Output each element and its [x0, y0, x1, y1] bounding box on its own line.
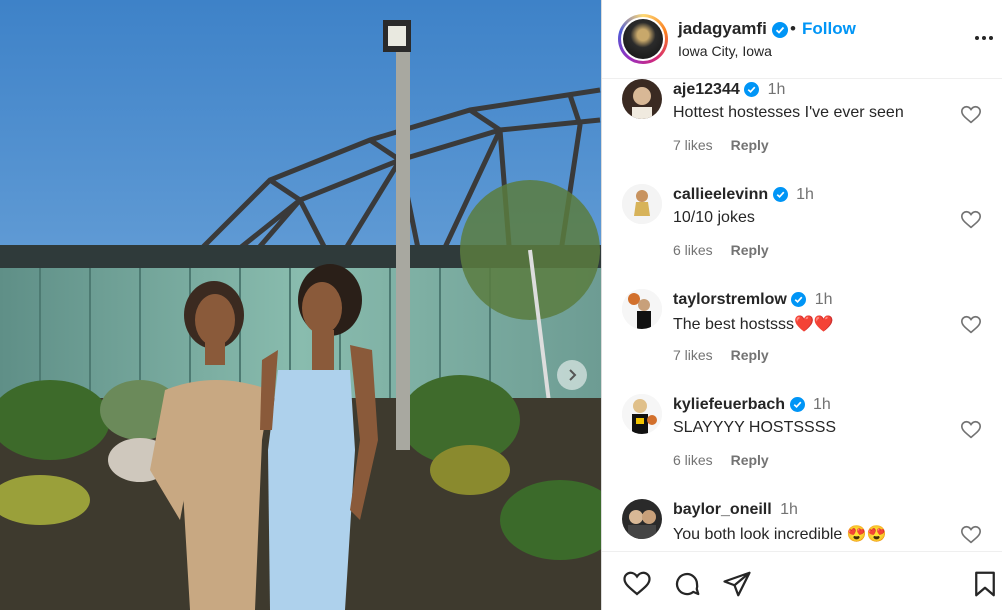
heart-icon[interactable] [622, 569, 652, 599]
comment-item: baylor_oneill 1h You both look incredibl… [602, 499, 1002, 550]
verified-badge-icon [772, 187, 788, 203]
verified-badge-icon [744, 82, 760, 98]
heart-icon[interactable] [960, 104, 982, 126]
comment-likes[interactable]: 7 likes [673, 347, 713, 363]
comment-text: Hottest hostesses I've ever seen [673, 104, 904, 121]
commenter-username[interactable]: taylorstremlow 1h [673, 291, 833, 309]
comment-likes[interactable]: 6 likes [673, 452, 713, 468]
chevron-right-icon [569, 369, 577, 381]
reply-button[interactable]: Reply [731, 137, 769, 153]
comment-item: aje12344 1h Hottest hostesses I've ever … [602, 79, 1002, 179]
comment-likes[interactable]: 6 likes [673, 242, 713, 258]
verified-badge-icon [789, 397, 805, 413]
reply-button[interactable]: Reply [731, 452, 769, 468]
post-header: jadagyamfi • Follow Iowa City, Iowa [602, 0, 1002, 79]
comment-meta: 6 likes Reply [673, 242, 783, 258]
post-actions-bar [602, 551, 1002, 611]
photo-scene [0, 0, 601, 610]
follow-button[interactable]: Follow [802, 19, 856, 39]
heart-icon[interactable] [960, 209, 982, 231]
commenter-username[interactable]: baylor_oneill 1h [673, 501, 798, 519]
comment-time: 1h [812, 396, 831, 413]
commenter-username[interactable]: kyliefeuerbach 1h [673, 396, 831, 414]
comment-text: You both look incredible 😍😍 [673, 526, 887, 543]
verified-badge-icon [771, 21, 788, 38]
next-photo-button[interactable] [557, 360, 587, 390]
commenter-avatar[interactable] [622, 184, 662, 224]
comment-text: The best hostsss❤️❤️ [673, 316, 834, 333]
comment-item: taylorstremlow 1h The best hostsss❤️❤️ 7… [602, 289, 1002, 389]
comment-meta: 7 likes Reply [673, 137, 783, 153]
share-icon[interactable] [722, 569, 752, 599]
commenter-avatar[interactable] [622, 499, 662, 539]
more-options-icon[interactable] [972, 26, 996, 50]
commenter-username[interactable]: aje12344 1h [673, 81, 785, 99]
commenter-avatar[interactable] [622, 289, 662, 329]
commenter-username[interactable]: callieelevinn 1h [673, 186, 814, 204]
author-username[interactable]: jadagyamfi [678, 19, 788, 39]
verified-badge-icon [791, 292, 807, 308]
heart-icon[interactable] [960, 524, 982, 546]
reply-button[interactable]: Reply [731, 242, 769, 258]
post-photo [0, 0, 601, 610]
header-separator: • [790, 19, 796, 38]
comment-likes[interactable]: 7 likes [673, 137, 713, 153]
reply-button[interactable]: Reply [731, 347, 769, 363]
comment-text: 10/10 jokes [673, 209, 755, 226]
author-username-text[interactable]: jadagyamfi [678, 19, 767, 38]
commenter-avatar[interactable] [622, 394, 662, 434]
comment-text: SLAYYYY HOSTSSSS [673, 419, 837, 436]
commenter-avatar[interactable] [622, 79, 662, 119]
heart-icon[interactable] [960, 419, 982, 441]
comment-time: 1h [796, 186, 814, 203]
comment-time: 1h [780, 501, 798, 518]
comment-time: 1h [814, 291, 833, 308]
post-location[interactable]: Iowa City, Iowa [678, 43, 772, 59]
comment-icon[interactable] [672, 569, 702, 599]
heart-icon[interactable] [960, 314, 982, 336]
comment-meta: 7 likes Reply [673, 347, 783, 363]
bookmark-icon[interactable] [970, 569, 1000, 599]
comment-meta: 6 likes Reply [673, 452, 783, 468]
post-side-panel: jadagyamfi • Follow Iowa City, Iowa aje1… [601, 0, 1002, 610]
comments-list: aje12344 1h Hottest hostesses I've ever … [602, 79, 1002, 550]
comment-time: 1h [767, 81, 786, 98]
comment-item: callieelevinn 1h 10/10 jokes 6 likes Rep… [602, 184, 1002, 284]
author-avatar[interactable] [618, 14, 668, 64]
comment-item: kyliefeuerbach 1h SLAYYYY HOSTSSSS 6 lik… [602, 394, 1002, 494]
